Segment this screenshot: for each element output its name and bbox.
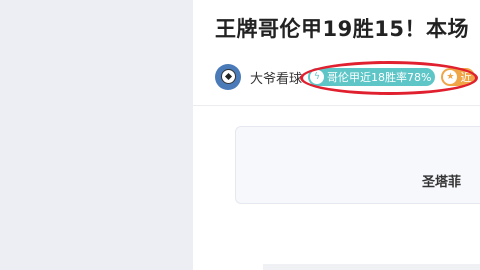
next-section-strip: [263, 264, 480, 270]
left-gutter: [0, 0, 193, 270]
soccer-ball-icon: [221, 69, 236, 84]
recent-tag-label: 近: [460, 71, 472, 84]
article-meta: 大爷看球 ϟ 哥伦甲近18胜率78% ★ 近: [215, 63, 476, 91]
section-divider: [193, 105, 480, 106]
author-avatar[interactable]: [215, 64, 241, 90]
article-panel: 王牌哥伦甲19胜15！本场 大爷看球 ϟ 哥伦甲近18胜率78% ★ 近 圣塔菲: [193, 0, 480, 270]
bolt-icon: ϟ: [310, 70, 324, 84]
team-name: 圣塔菲: [422, 175, 462, 190]
recent-tag[interactable]: ★ 近: [441, 68, 476, 86]
win-rate-tag[interactable]: ϟ 哥伦甲近18胜率78%: [308, 68, 436, 86]
article-title: 王牌哥伦甲19胜15！本场: [215, 17, 469, 41]
match-card[interactable]: 圣塔菲: [235, 126, 480, 204]
author-name[interactable]: 大爷看球: [250, 68, 306, 87]
win-rate-tag-label: 哥伦甲近18胜率78%: [327, 71, 432, 84]
star-icon: ★: [443, 70, 458, 84]
